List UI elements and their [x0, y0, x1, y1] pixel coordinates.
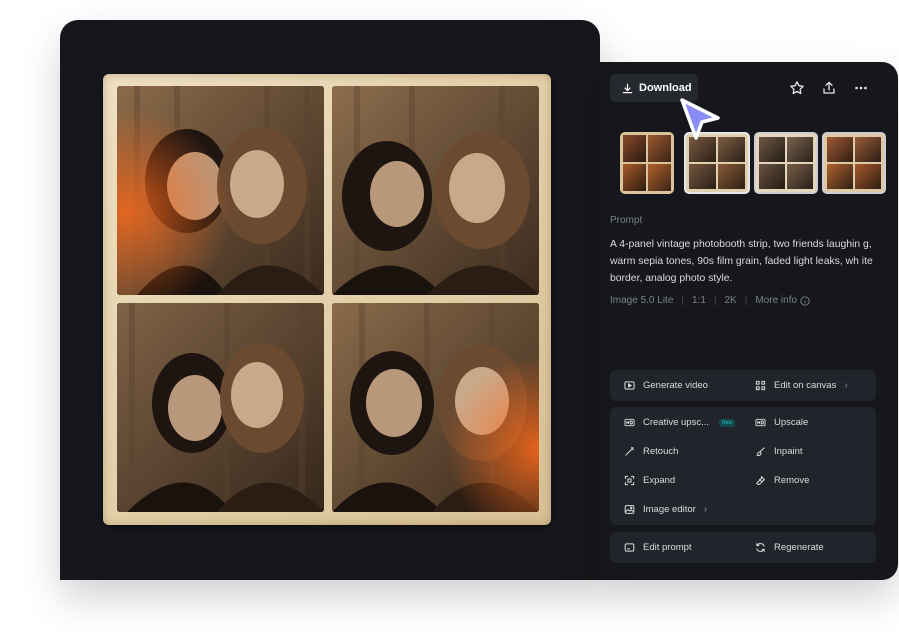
- info-icon[interactable]: [800, 295, 810, 306]
- generate-video-button[interactable]: Generate video: [624, 380, 708, 391]
- hd-icon: [755, 418, 766, 427]
- model-name: Image 5.0 Lite: [610, 295, 674, 306]
- edit-prompt-button[interactable]: Edit prompt: [624, 542, 692, 553]
- hd-icon: [624, 418, 635, 427]
- star-icon[interactable]: [789, 80, 805, 96]
- details-panel: Download Prompt A 4-panel vintage photob…: [600, 62, 898, 580]
- variation-thumbnail[interactable]: [620, 132, 674, 194]
- photo-frame-2: [332, 86, 539, 295]
- edit-tools-group: Creative upsc... New Upscale Retouch Inp…: [610, 407, 876, 525]
- regenerate-button[interactable]: Regenerate: [755, 542, 824, 553]
- meta-separator: |: [713, 295, 717, 306]
- video-icon: [624, 381, 635, 390]
- meta-separator: |: [681, 295, 684, 306]
- photo-frame-4: [332, 303, 539, 512]
- more-info-link[interactable]: More info: [755, 295, 797, 306]
- edit-on-canvas-button[interactable]: Edit on canvas ›: [755, 380, 848, 391]
- edit-icon: [624, 543, 635, 552]
- chevron-right-icon: ›: [844, 380, 848, 391]
- resolution: 2K: [724, 295, 737, 306]
- refresh-icon: [756, 543, 765, 552]
- download-icon: [622, 83, 633, 93]
- brush-icon: [756, 447, 765, 457]
- upscale-button[interactable]: Upscale: [755, 417, 808, 428]
- photobooth-image[interactable]: [103, 74, 551, 525]
- share-icon[interactable]: [821, 80, 837, 96]
- chevron-right-icon: ›: [703, 504, 708, 515]
- image-meta: Image 5.0 Lite | 1:1 | 2K | More info: [610, 295, 810, 306]
- prompt-actions-group: Edit prompt Regenerate: [610, 532, 876, 563]
- eraser-icon: [756, 476, 765, 485]
- variation-thumbnail[interactable]: [754, 132, 818, 194]
- aspect-ratio: 1:1: [691, 295, 706, 306]
- download-label: Download: [639, 82, 692, 94]
- photo-frame-3: [117, 303, 324, 512]
- expand-icon: [624, 475, 635, 486]
- more-icon[interactable]: [853, 80, 869, 96]
- photo-frame-1: [117, 86, 324, 295]
- prompt-heading: Prompt: [610, 215, 643, 226]
- canvas-icon: [755, 380, 766, 391]
- remove-button[interactable]: Remove: [755, 475, 809, 486]
- image-icon: [624, 505, 635, 514]
- meta-separator: |: [744, 295, 748, 306]
- prompt-text: A 4-panel vintage photobooth strip, two …: [610, 239, 873, 284]
- image-editor-button[interactable]: Image editor ›: [624, 504, 707, 515]
- variation-thumbnail[interactable]: [822, 132, 886, 194]
- cursor-icon: [680, 98, 720, 140]
- creative-upscale-button[interactable]: Creative upsc... New: [624, 417, 736, 428]
- retouch-button[interactable]: Retouch: [624, 446, 678, 457]
- video-canvas-group: Generate video Edit on canvas ›: [610, 370, 876, 401]
- magic-wand-icon: [625, 446, 635, 456]
- new-badge: New: [719, 418, 736, 427]
- expand-button[interactable]: Expand: [624, 475, 675, 486]
- inpaint-button[interactable]: Inpaint: [755, 446, 803, 457]
